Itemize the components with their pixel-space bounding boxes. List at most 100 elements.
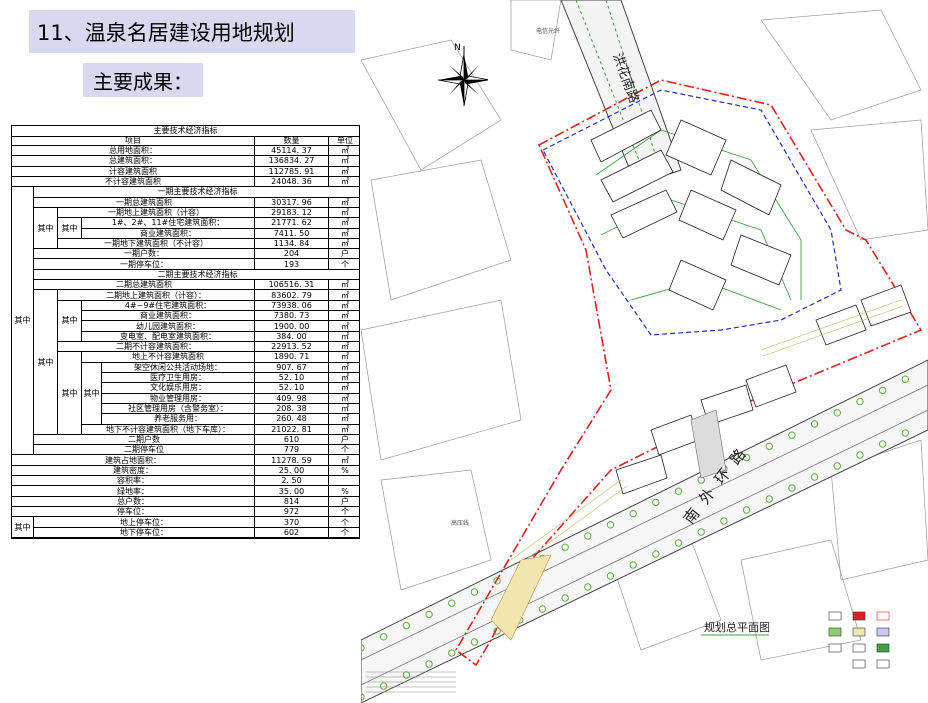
table-row: 一期地下建筑面积（不计容） 1134. 84 ㎡ — [12, 238, 361, 250]
row-label: 二期主要技术经济指标 — [157, 269, 238, 279]
group-label: 其中 — [34, 207, 58, 250]
row-unit: 个 — [328, 517, 361, 527]
row-value: 907. 67 — [254, 362, 328, 372]
row-value: 7411. 50 — [254, 228, 328, 238]
row-unit — [328, 476, 361, 486]
row-label: 一期地下建筑面积（不计容） — [104, 238, 208, 248]
row-unit: ㎡ — [328, 156, 361, 166]
row-value: 106516. 31 — [254, 280, 328, 290]
row-label: 二期停车位 — [124, 445, 164, 455]
row-unit: ㎡ — [328, 146, 361, 156]
table-row: 二期不计容建筑面积： 22913. 52 ㎡ — [12, 342, 361, 353]
slide-title: 11、温泉名居建设用地规划 — [37, 20, 295, 45]
row-unit: 个 — [328, 527, 361, 537]
row-label: 医疗卫生用房： — [150, 373, 206, 383]
row-unit: ㎡ — [328, 362, 361, 372]
row-label: 地下停车位： — [120, 527, 168, 537]
row-label: 二期不计容建筑面积： — [116, 342, 196, 352]
row-unit: 个 — [328, 445, 361, 455]
technical-indicators-table: 主要技术经济指标 项目 数量 单位 总用地面积： 45114. 37 ㎡总建筑面积： 136… — [11, 125, 360, 539]
row-unit: ㎡ — [328, 455, 361, 465]
table-row: 一期主要技术经济指标 — [12, 187, 359, 198]
row-label: 社区管理用房（含警务室）： — [128, 404, 228, 414]
row-label: 不计容建筑面积 — [105, 177, 161, 187]
row-label: 总用地面积： — [109, 146, 157, 156]
row-label: 商业建筑面积： — [140, 228, 196, 238]
row-unit: 个 — [328, 507, 361, 517]
table-row: 地下停车位： 602 个 — [12, 527, 361, 538]
row-value: 1900. 00 — [254, 321, 328, 331]
table-row: 二期总建筑面积 106516. 31 ㎡ — [12, 280, 361, 291]
table-row: 一期停车位： 193 个 — [12, 259, 359, 270]
row-unit: ㎡ — [328, 238, 361, 249]
table-row: 二期地上建筑面积（计容）： 83602. 79 ㎡ — [12, 290, 359, 301]
row-label: 一期户数： — [124, 249, 164, 259]
row-unit: ㎡ — [328, 207, 361, 218]
slide-subtitle: 主要成果： — [93, 69, 193, 94]
row-unit: ㎡ — [328, 331, 361, 341]
row-label: 绿地率： — [117, 486, 149, 496]
row-value: 29183. 12 — [254, 207, 328, 218]
row-value: 779 — [254, 445, 328, 455]
row-unit: ㎡ — [328, 280, 361, 290]
row-value: 602 — [254, 527, 328, 537]
row-label: 地上停车位： — [120, 517, 168, 527]
row-value: 409. 98 — [254, 393, 328, 403]
row-value: 972 — [254, 507, 328, 517]
header-value: 数量 — [254, 136, 328, 145]
row-unit: ㎡ — [328, 403, 361, 414]
plan-title: 规划总平面图 — [704, 620, 770, 634]
table-row: 二期主要技术经济指标 — [12, 269, 359, 281]
group-label: 其中 — [58, 218, 82, 239]
row-value: 35. 00 — [254, 486, 328, 496]
row-label: 容积率： — [117, 476, 149, 486]
row-unit: ㎡ — [328, 383, 361, 393]
row-unit: ㎡ — [328, 424, 361, 434]
row-label: 一期主要技术经济指标 — [157, 187, 238, 197]
row-label: 一期总建筑面积 — [116, 197, 172, 207]
hv-line-label: 高压线 — [451, 519, 469, 527]
row-value: 21771. 62 — [254, 218, 328, 228]
table-row: 容积率： 2. 50 — [12, 476, 361, 487]
row-value: 52. 10 — [254, 372, 328, 383]
row-unit: 户 — [328, 434, 361, 445]
row-unit: ㎡ — [328, 393, 361, 403]
group-label: 其中 — [82, 362, 102, 425]
row-value: 370 — [254, 517, 328, 527]
row-label: 建筑占地面积： — [105, 455, 161, 465]
row-value: 208. 38 — [254, 403, 328, 414]
row-value: 260. 48 — [254, 414, 328, 424]
row-value: 22913. 52 — [254, 342, 328, 352]
row-label: 二期总建筑面积 — [116, 280, 172, 290]
row-value: 45114. 37 — [254, 146, 328, 156]
row-value: 204 — [254, 249, 328, 259]
row-value: 1890. 71 — [254, 352, 328, 362]
row-value: 30317. 96 — [254, 197, 328, 207]
table-row: 计容建筑面积 112785. 91 ㎡ — [12, 166, 359, 177]
table-row: 建筑占地面积： 11278. 59 ㎡ — [12, 455, 361, 466]
row-value: 25. 00 — [254, 465, 328, 476]
row-unit: ㎡ — [328, 228, 361, 238]
row-value: 112785. 91 — [254, 166, 328, 176]
row-label: 架空休闲公共活动场地： — [134, 362, 222, 372]
row-value: 83602. 79 — [254, 290, 328, 300]
row-label: 变电室、配电室建筑面积： — [120, 331, 216, 341]
slide-subtitle-box: 主要成果： — [83, 63, 203, 97]
row-label: 幼儿园建筑面积： — [136, 321, 200, 331]
row-label: 停车位： — [117, 507, 149, 517]
row-unit: % — [328, 465, 361, 476]
row-value: 21022. 81 — [254, 424, 328, 434]
row-label: 1#、2#、11#住宅建筑面积： — [111, 218, 225, 228]
row-value: 52. 10 — [254, 383, 328, 393]
row-unit: ㎡ — [328, 414, 361, 424]
row-label: 计容建筑面积 — [109, 166, 157, 176]
row-label: 一期停车位： — [120, 259, 168, 269]
row-unit: ㎡ — [328, 321, 361, 331]
row-value: 384. 00 — [254, 331, 328, 341]
row-unit: ㎡ — [328, 342, 361, 352]
table-row: 绿地率： 35. 00% — [12, 486, 359, 497]
row-label: 地下不计容建筑面积（地下车库）： — [106, 424, 230, 434]
table-row: 一期户数： 204 户 — [12, 249, 361, 260]
row-unit: 户 — [328, 249, 361, 259]
table-row: 二期停车位 779 个 — [12, 445, 361, 456]
